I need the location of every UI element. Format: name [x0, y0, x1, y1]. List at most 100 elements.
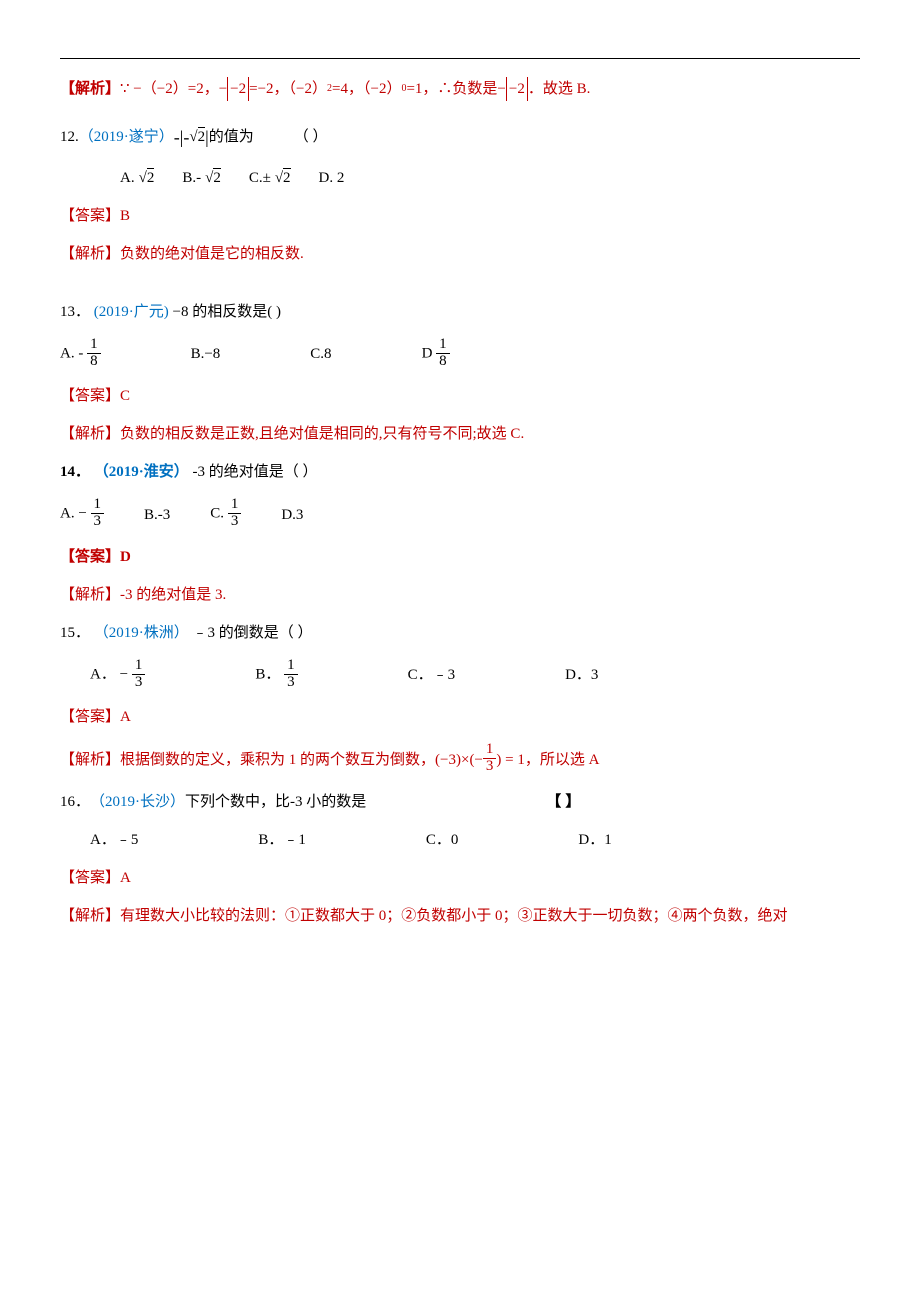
label: 【解析】 — [60, 246, 120, 262]
opt-d: D．3 — [565, 663, 598, 687]
blank: （ ） — [294, 125, 328, 149]
q16-explanation: 【解析】有理数大小比较的法则：①正数都大于 0；②负数都小于 0；③正数大于一切… — [60, 904, 860, 928]
label: 【解析】 — [60, 426, 120, 442]
opt-b: B． 13 — [255, 659, 297, 692]
fraction: 13 — [228, 497, 242, 530]
expr-pre: -|- — [174, 123, 190, 152]
q13-stem: 13． (2019·广元) −8 的相反数是( ) — [60, 300, 860, 324]
value: A — [120, 709, 131, 725]
q-number: 15． — [60, 625, 90, 641]
opt-d: D. 2 — [319, 166, 345, 190]
q14-answer: 【答案】D — [60, 545, 860, 569]
sqrt-icon: 2 — [139, 166, 155, 190]
fraction: 13 — [132, 658, 146, 691]
opt-b: B.-3 — [144, 503, 170, 527]
sqrt-icon: 2 — [275, 166, 291, 190]
label: 【答案】 — [60, 870, 120, 886]
text: 负数的绝对值是它的相反数. — [120, 246, 304, 262]
fraction: 13 — [91, 497, 105, 530]
opt-a: A． − 13 — [90, 659, 145, 692]
value: D — [120, 549, 131, 565]
label: 【答案】 — [60, 709, 120, 725]
text-1: 根据倒数的定义，乘积为 1 的两个数互为倒数， — [120, 748, 435, 772]
label: 【解析】 — [60, 77, 120, 101]
opt-b-label: B.- — [182, 166, 201, 190]
opt-d: D 18 — [422, 338, 450, 371]
opt-c-label: C.± — [249, 166, 271, 190]
top-rule — [60, 58, 860, 59]
label: 【答案】 — [60, 208, 120, 224]
stem-text: 的值为 — [209, 125, 254, 149]
fraction: 18 — [87, 337, 101, 370]
text-part-3: =4，（−2） — [332, 77, 401, 101]
stem-text: ﹣3 的倒数是（ ） — [193, 625, 313, 641]
formula-1: (−3)×(− — [435, 748, 483, 772]
blank: 【 】 — [546, 790, 580, 814]
text: 负数的相反数是正数,且绝对值是相同的,只有符号不同;故选 C. — [120, 426, 524, 442]
abs-expr-1: −−2 — [219, 77, 249, 101]
abs-expr-2: −−2 — [497, 77, 527, 101]
q16-options: A．﹣5 B．﹣1 C．0 D．1 — [90, 828, 860, 852]
text-part-5: ．故选 B. — [528, 77, 591, 101]
stem-text: −8 的相反数是( ) — [173, 304, 281, 320]
q15-stem: 15． （2019·株洲） ﹣3 的倒数是（ ） — [60, 621, 860, 645]
q12-stem: 12. （2019·遂宁） -|- 2 | 的值为 （ ） — [60, 123, 860, 152]
q-source: （2019·株洲） — [94, 625, 189, 641]
q12-options: A. 2 B.- 2 C.± 2 D. 2 — [120, 166, 860, 190]
opt-a: A．﹣5 — [90, 828, 138, 852]
sqrt-icon: 2 — [205, 166, 221, 190]
opt-b: B．﹣1 — [258, 828, 306, 852]
q13-explanation: 【解析】负数的相反数是正数,且绝对值是相同的,只有符号不同;故选 C. — [60, 422, 860, 446]
opt-a: A. - 18 — [60, 338, 101, 371]
q14-explanation: 【解析】-3 的绝对值是 3. — [60, 583, 860, 607]
text: -3 的绝对值是 3. — [120, 587, 226, 603]
q-source: (2019·广元) — [94, 304, 169, 320]
opt-d: D.3 — [281, 503, 303, 527]
sqrt-icon: 2 — [189, 125, 205, 149]
value: C — [120, 388, 130, 404]
q13-options: A. - 18 B.−8 C.8 D 18 — [60, 338, 860, 371]
label: 【解析】 — [60, 908, 120, 924]
q-number: 16． — [60, 790, 90, 814]
label: 【答案】 — [60, 549, 120, 565]
fraction: 13 — [284, 658, 298, 691]
q11-explanation: 【解析】 ∵ −（−2）=2， −−2 =−2，（−2） 2 =4，（−2） 0… — [60, 77, 860, 101]
q12-answer: 【答案】B — [60, 204, 860, 228]
fraction: 13 — [483, 742, 497, 775]
q-number: 14． — [60, 464, 90, 480]
opt-c: C. 13 — [210, 498, 241, 531]
q15-answer: 【答案】A — [60, 705, 860, 729]
q-number: 13． — [60, 304, 90, 320]
q16-stem: 16． （2019·长沙） 下列个数中，比-3 小的数是 【 】 — [60, 790, 860, 814]
opt-c: C．﹣3 — [408, 663, 456, 687]
label: 【答案】 — [60, 388, 120, 404]
label: 【解析】 — [60, 748, 120, 772]
value: A — [120, 870, 131, 886]
q14-stem: 14． （2019·淮安） -3 的绝对值是（ ） — [60, 460, 860, 484]
q15-explanation: 【解析】 根据倒数的定义，乘积为 1 的两个数互为倒数， (−3)×(− 13 … — [60, 743, 860, 776]
label: 【解析】 — [60, 587, 120, 603]
value: B — [120, 208, 130, 224]
formula-2: ) = 1 — [496, 748, 524, 772]
opt-a: A. − 13 — [60, 498, 104, 531]
q13-answer: 【答案】C — [60, 384, 860, 408]
text: 有理数大小比较的法则：①正数都大于 0；②负数都小于 0；③正数大于一切负数；④… — [120, 908, 788, 924]
q-source: （2019·淮安） — [94, 464, 189, 480]
q14-options: A. − 13 B.-3 C. 13 D.3 — [60, 498, 860, 531]
opt-c: C．0 — [426, 828, 459, 852]
fraction: 18 — [436, 337, 450, 370]
q-source: （2019·遂宁） — [79, 125, 174, 149]
text-2: ，所以选 A — [525, 748, 600, 772]
q-number: 12. — [60, 125, 79, 149]
opt-d: D．1 — [578, 828, 611, 852]
text-part-1: ∵ −（−2）=2， — [120, 77, 219, 101]
text-part-4: =1，∴负数是 — [406, 77, 497, 101]
opt-c: C.8 — [310, 342, 331, 366]
q15-options: A． − 13 B． 13 C．﹣3 D．3 — [90, 659, 860, 692]
q16-answer: 【答案】A — [60, 866, 860, 890]
q-source: （2019·长沙） — [90, 790, 185, 814]
opt-a-label: A. — [120, 166, 135, 190]
stem-text: 下列个数中，比-3 小的数是 — [185, 790, 366, 814]
stem-text: -3 的绝对值是（ ） — [193, 464, 318, 480]
opt-b: B.−8 — [191, 342, 221, 366]
